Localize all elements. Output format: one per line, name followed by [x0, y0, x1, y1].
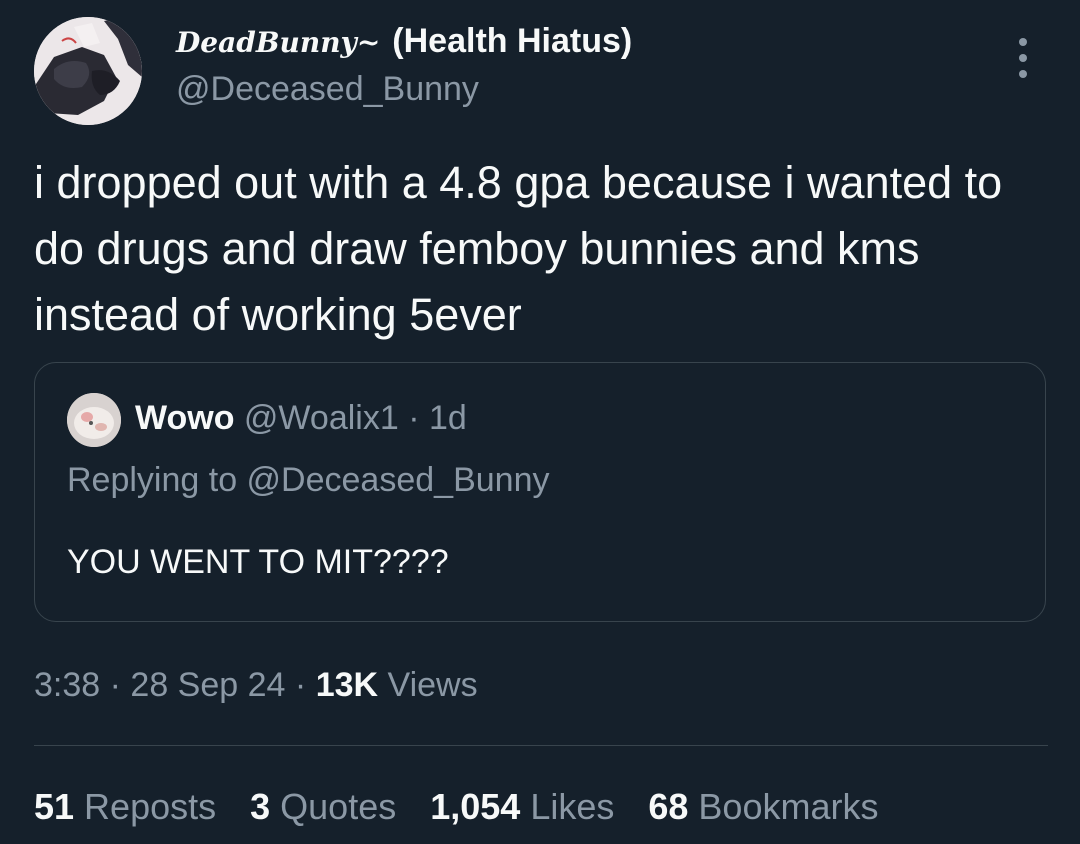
- likes-stat[interactable]: 1,054 Likes: [430, 786, 614, 828]
- header-separator: ·: [408, 399, 420, 437]
- views-label: Views: [387, 666, 478, 704]
- quoted-tweet-card[interactable]: Wowo @Woalix1 · 1d Replying to @Deceased…: [34, 362, 1046, 622]
- bookmarks-stat[interactable]: 68 Bookmarks: [648, 786, 878, 828]
- quoted-tweet-text: YOU WENT TO MIT????: [67, 543, 449, 581]
- quotes-stat[interactable]: 3 Quotes: [250, 786, 396, 828]
- author-display-name[interactable]: DeadBunny~ (Health Hiatus): [176, 22, 632, 61]
- likes-label: Likes: [530, 786, 615, 827]
- more-dot: [1019, 38, 1027, 46]
- author-avatar[interactable]: [34, 17, 142, 125]
- meta-separator: ·: [294, 666, 307, 704]
- engagement-stats: 51 Reposts 3 Quotes 1,054 Likes 68 Bookmarks: [34, 786, 912, 828]
- bookmarks-count: 68: [648, 786, 689, 827]
- quoted-author-handle[interactable]: @Woalix1: [244, 399, 399, 437]
- tweet-time[interactable]: 3:38: [34, 666, 100, 704]
- reposts-label: Reposts: [84, 786, 217, 827]
- tweet-metadata: 3:38 · 28 Sep 24 · 13K Views: [34, 666, 478, 705]
- quotes-label: Quotes: [280, 786, 397, 827]
- quoted-header: Wowo @Woalix1 · 1d: [135, 399, 467, 438]
- tweet-text: i dropped out with a 4.8 gpa because i w…: [34, 157, 1003, 340]
- reposts-stat[interactable]: 51 Reposts: [34, 786, 216, 828]
- author-handle[interactable]: @Deceased_Bunny: [176, 70, 479, 109]
- bookmarks-label: Bookmarks: [698, 786, 879, 827]
- display-name-text: (Health Hiatus): [392, 22, 633, 60]
- quoted-timestamp[interactable]: 1d: [429, 399, 467, 437]
- avatar-image: [34, 17, 142, 125]
- display-name-stylized: DeadBunny~: [176, 26, 381, 59]
- more-dot: [1019, 70, 1027, 78]
- more-dot: [1019, 54, 1027, 62]
- views-count: 13K: [315, 666, 379, 704]
- quoted-author-avatar[interactable]: [67, 393, 121, 447]
- meta-separator: ·: [109, 666, 121, 704]
- quoted-author-name[interactable]: Wowo: [135, 399, 234, 437]
- reposts-count: 51: [34, 786, 75, 827]
- divider: [34, 745, 1048, 746]
- likes-count: 1,054: [430, 786, 521, 827]
- quotes-count: 3: [250, 786, 271, 827]
- quoted-replying-to: Replying to @Deceased_Bunny: [67, 461, 550, 499]
- tweet-date[interactable]: 28 Sep 24: [130, 666, 285, 704]
- quoted-avatar-image: [67, 393, 121, 447]
- more-options-icon[interactable]: [1006, 38, 1040, 78]
